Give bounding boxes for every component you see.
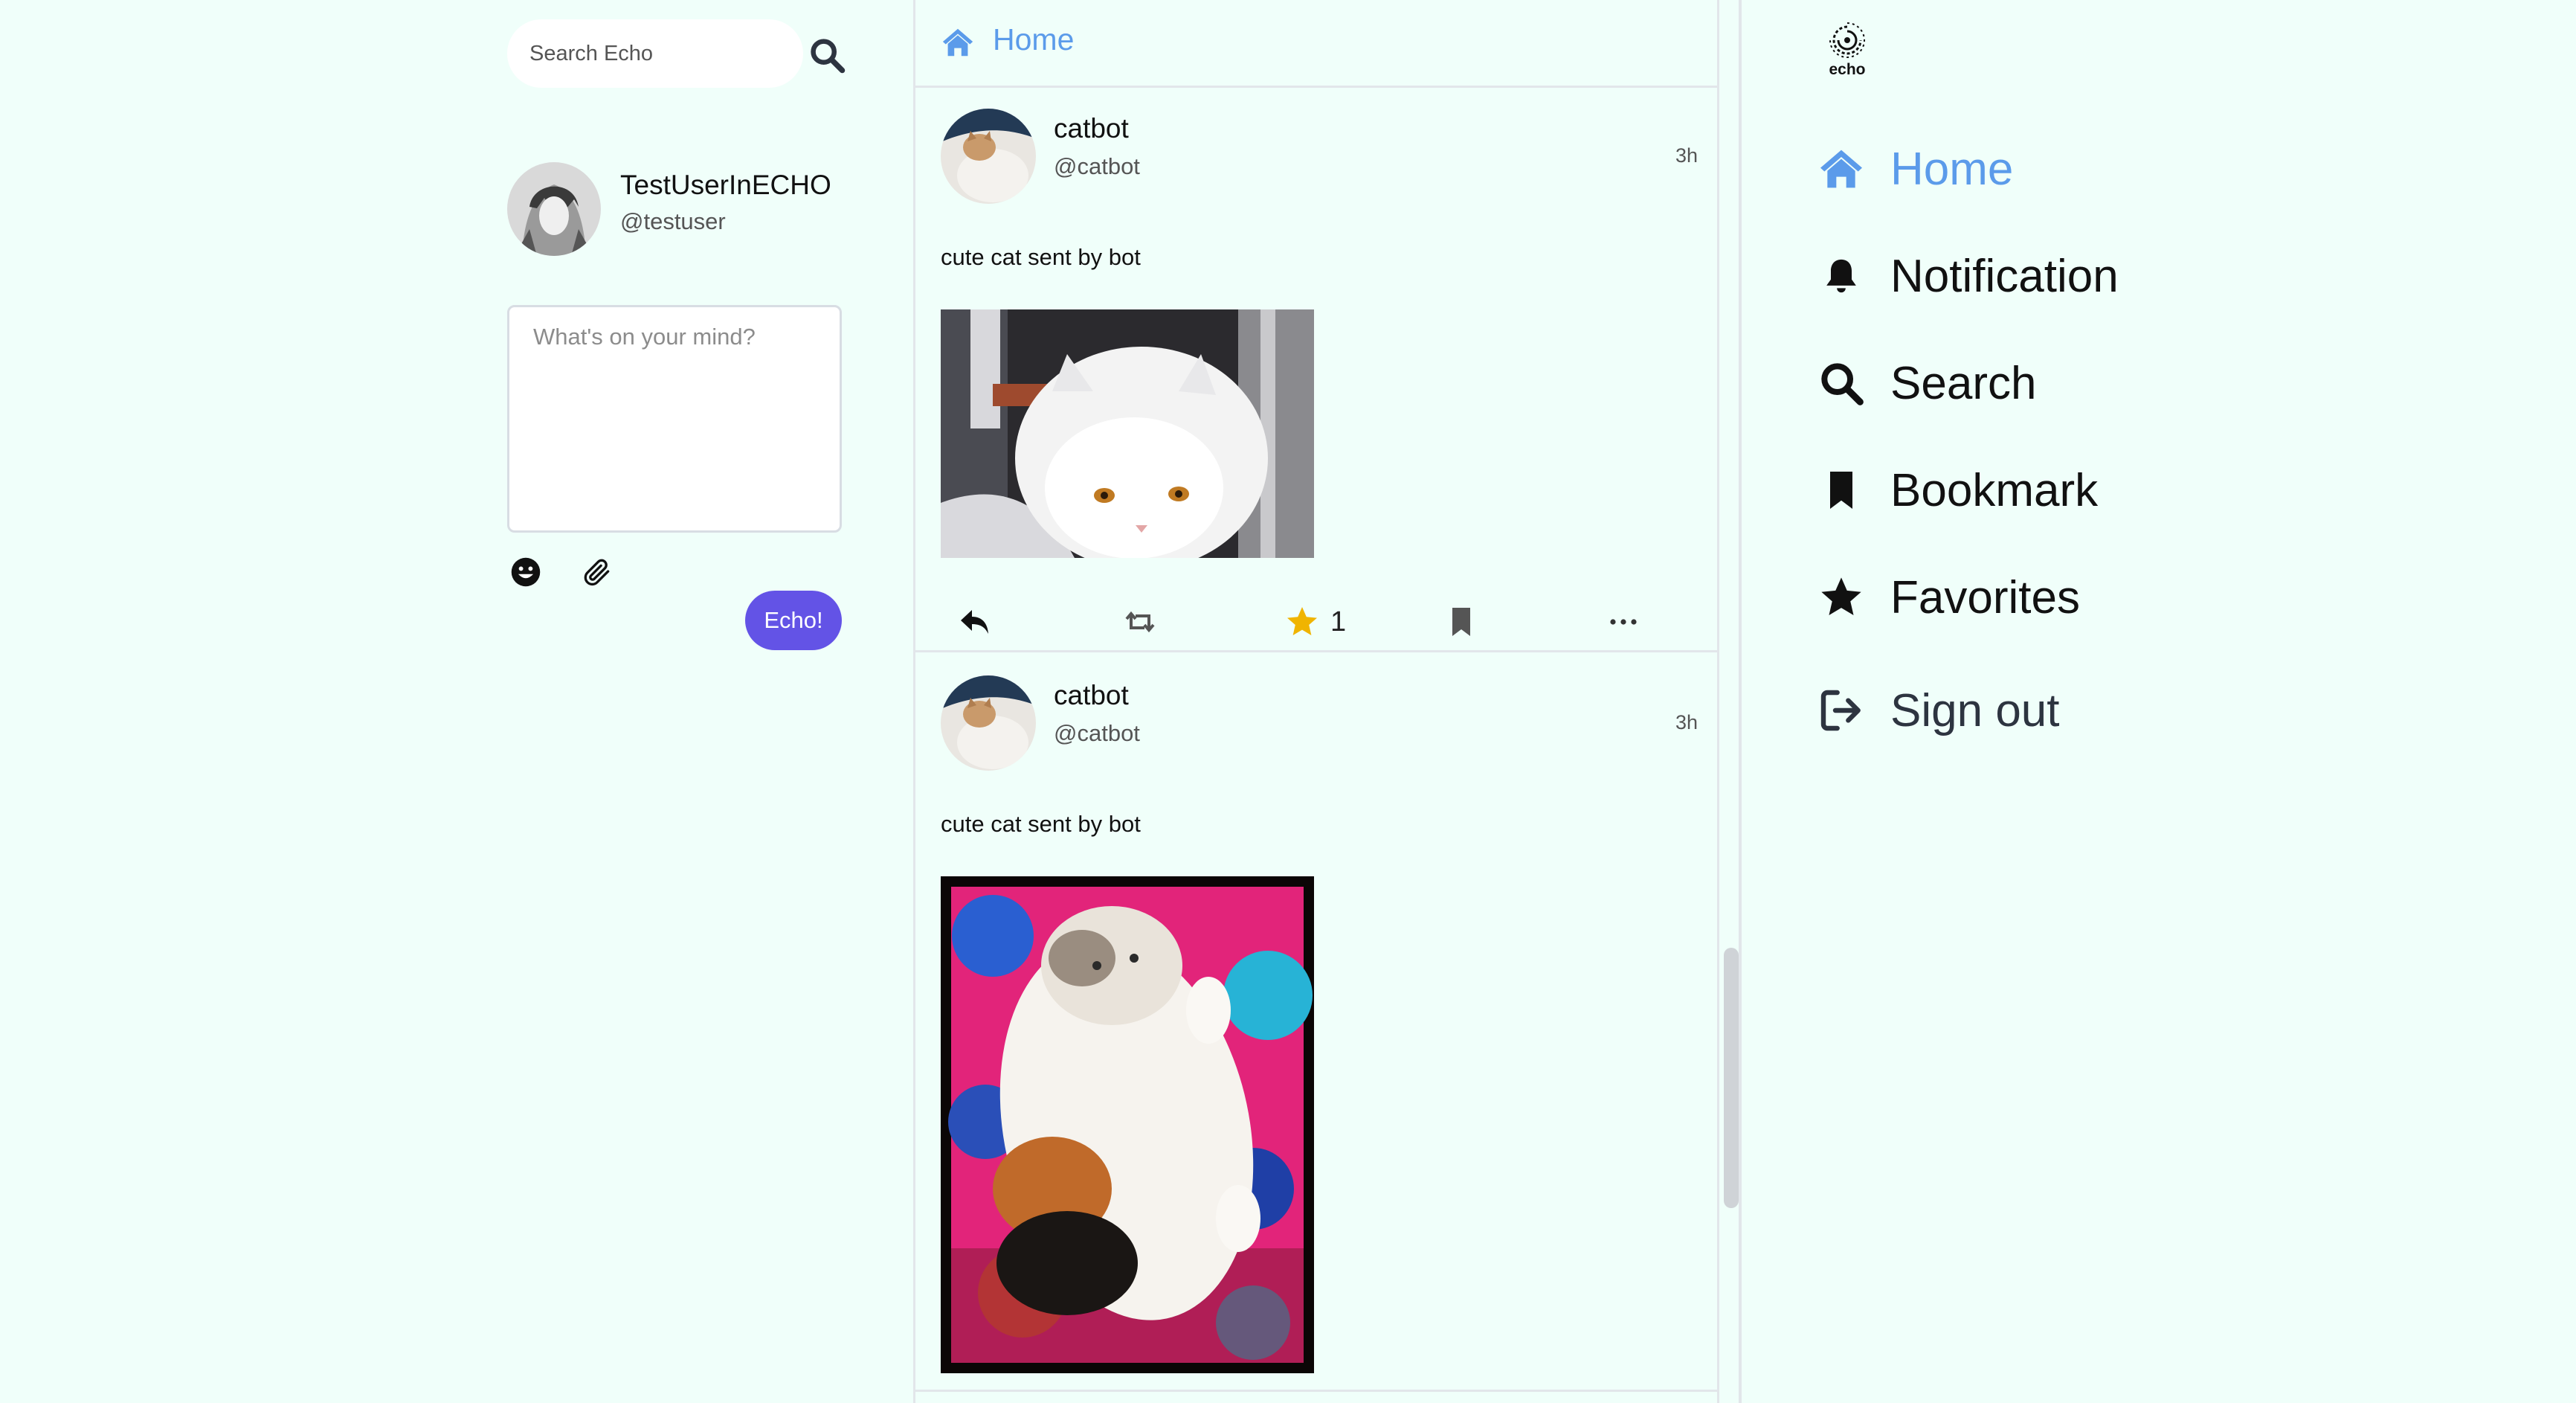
user-display-name: TestUserInECHO (620, 170, 831, 200)
star-icon (1821, 577, 1861, 615)
post-timestamp: 3h (1675, 711, 1698, 733)
nav-item-label: Home (1890, 143, 2014, 195)
post-divider (915, 1390, 1717, 1392)
reply-icon (961, 610, 988, 634)
echo-app: TestUserInECHO @testuser Echo! H (0, 0, 2576, 1403)
nav-item-label: Sign out (1890, 684, 2060, 736)
scrollbar-track (1739, 0, 1742, 1403)
paperclip-icon (584, 559, 610, 586)
more-options-button[interactable] (1606, 600, 1641, 644)
post-author-avatar[interactable] (941, 675, 1036, 771)
current-user-card: TestUserInECHO @testuser (507, 159, 842, 256)
post-image[interactable] (941, 309, 1314, 558)
nav-item-sign-out[interactable]: Sign out (1815, 677, 2231, 744)
repost-icon (1125, 611, 1155, 633)
repost-button[interactable] (1122, 600, 1158, 644)
feed-title: Home (993, 22, 1075, 57)
post-text: cute cat sent by bot (941, 811, 1141, 837)
post-composer[interactable] (507, 305, 842, 533)
post-text: cute cat sent by bot (941, 244, 1141, 270)
post-card: catbot @catbot 3h cute cat sent by bot (915, 88, 1717, 652)
nav-item-search[interactable]: Search (1815, 350, 2231, 417)
search-button[interactable] (805, 33, 849, 77)
nav-item-label: Favorites (1890, 571, 2080, 623)
home-icon (942, 28, 973, 57)
nav-item-favorites[interactable]: Favorites (1815, 564, 2231, 631)
main-navigation: echo Home Notification Search Bookmark F… (1815, 0, 2261, 1403)
favorite-button[interactable]: 1 (1284, 600, 1346, 644)
post-image[interactable] (941, 876, 1314, 1373)
favorite-count: 1 (1330, 606, 1347, 638)
bookmark-icon (1452, 608, 1470, 636)
nav-item-label: Notification (1890, 250, 2119, 302)
bookmark-button[interactable] (1443, 600, 1479, 644)
nav-item-notification[interactable]: Notification (1815, 243, 2231, 309)
ellipsis-icon (1610, 619, 1637, 625)
echo-logo[interactable]: echo (1817, 21, 1877, 80)
user-handle: @testuser (620, 208, 726, 234)
left-column: TestUserInECHO @testuser Echo! (507, 0, 846, 1403)
post-timestamp: 3h (1675, 144, 1698, 167)
user-avatar[interactable] (507, 162, 601, 256)
feed-header: Home (915, 0, 1717, 88)
sign-out-icon (1820, 690, 1861, 731)
emoji-button[interactable] (507, 553, 544, 591)
search-input[interactable] (507, 19, 803, 88)
search-icon (811, 39, 846, 74)
nav-item-home[interactable]: Home (1815, 135, 2231, 202)
post-author-handle: @catbot (1054, 153, 1140, 179)
post-author-name[interactable]: catbot (1054, 680, 1129, 711)
search-bar (507, 19, 846, 88)
home-icon (1820, 150, 1862, 188)
post-divider (915, 650, 1717, 652)
search-icon (1821, 363, 1864, 405)
bell-icon (1826, 259, 1856, 293)
bookmark-icon (1830, 472, 1852, 509)
attach-button[interactable] (579, 553, 616, 591)
feed-scrollbar[interactable] (1724, 948, 1739, 1208)
post-actions: 1 (915, 592, 1717, 652)
nav-item-label: Search (1890, 357, 2037, 409)
logo-text: echo (1829, 61, 1865, 78)
post-author-avatar[interactable] (941, 109, 1036, 204)
echo-submit-button[interactable]: Echo! (745, 591, 842, 650)
nav-item-label: Bookmark (1890, 464, 2099, 516)
star-icon (1287, 607, 1317, 635)
nav-item-bookmark[interactable]: Bookmark (1815, 457, 2231, 524)
post-card: catbot @catbot 3h cute cat sent by bot (915, 655, 1717, 1403)
post-author-name[interactable]: catbot (1054, 113, 1129, 144)
reply-button[interactable] (957, 600, 993, 644)
emoji-icon (511, 557, 541, 587)
feed-column: Home catbot @catbot 3h cute cat sent by … (913, 0, 1719, 1403)
post-author-handle: @catbot (1054, 720, 1140, 746)
